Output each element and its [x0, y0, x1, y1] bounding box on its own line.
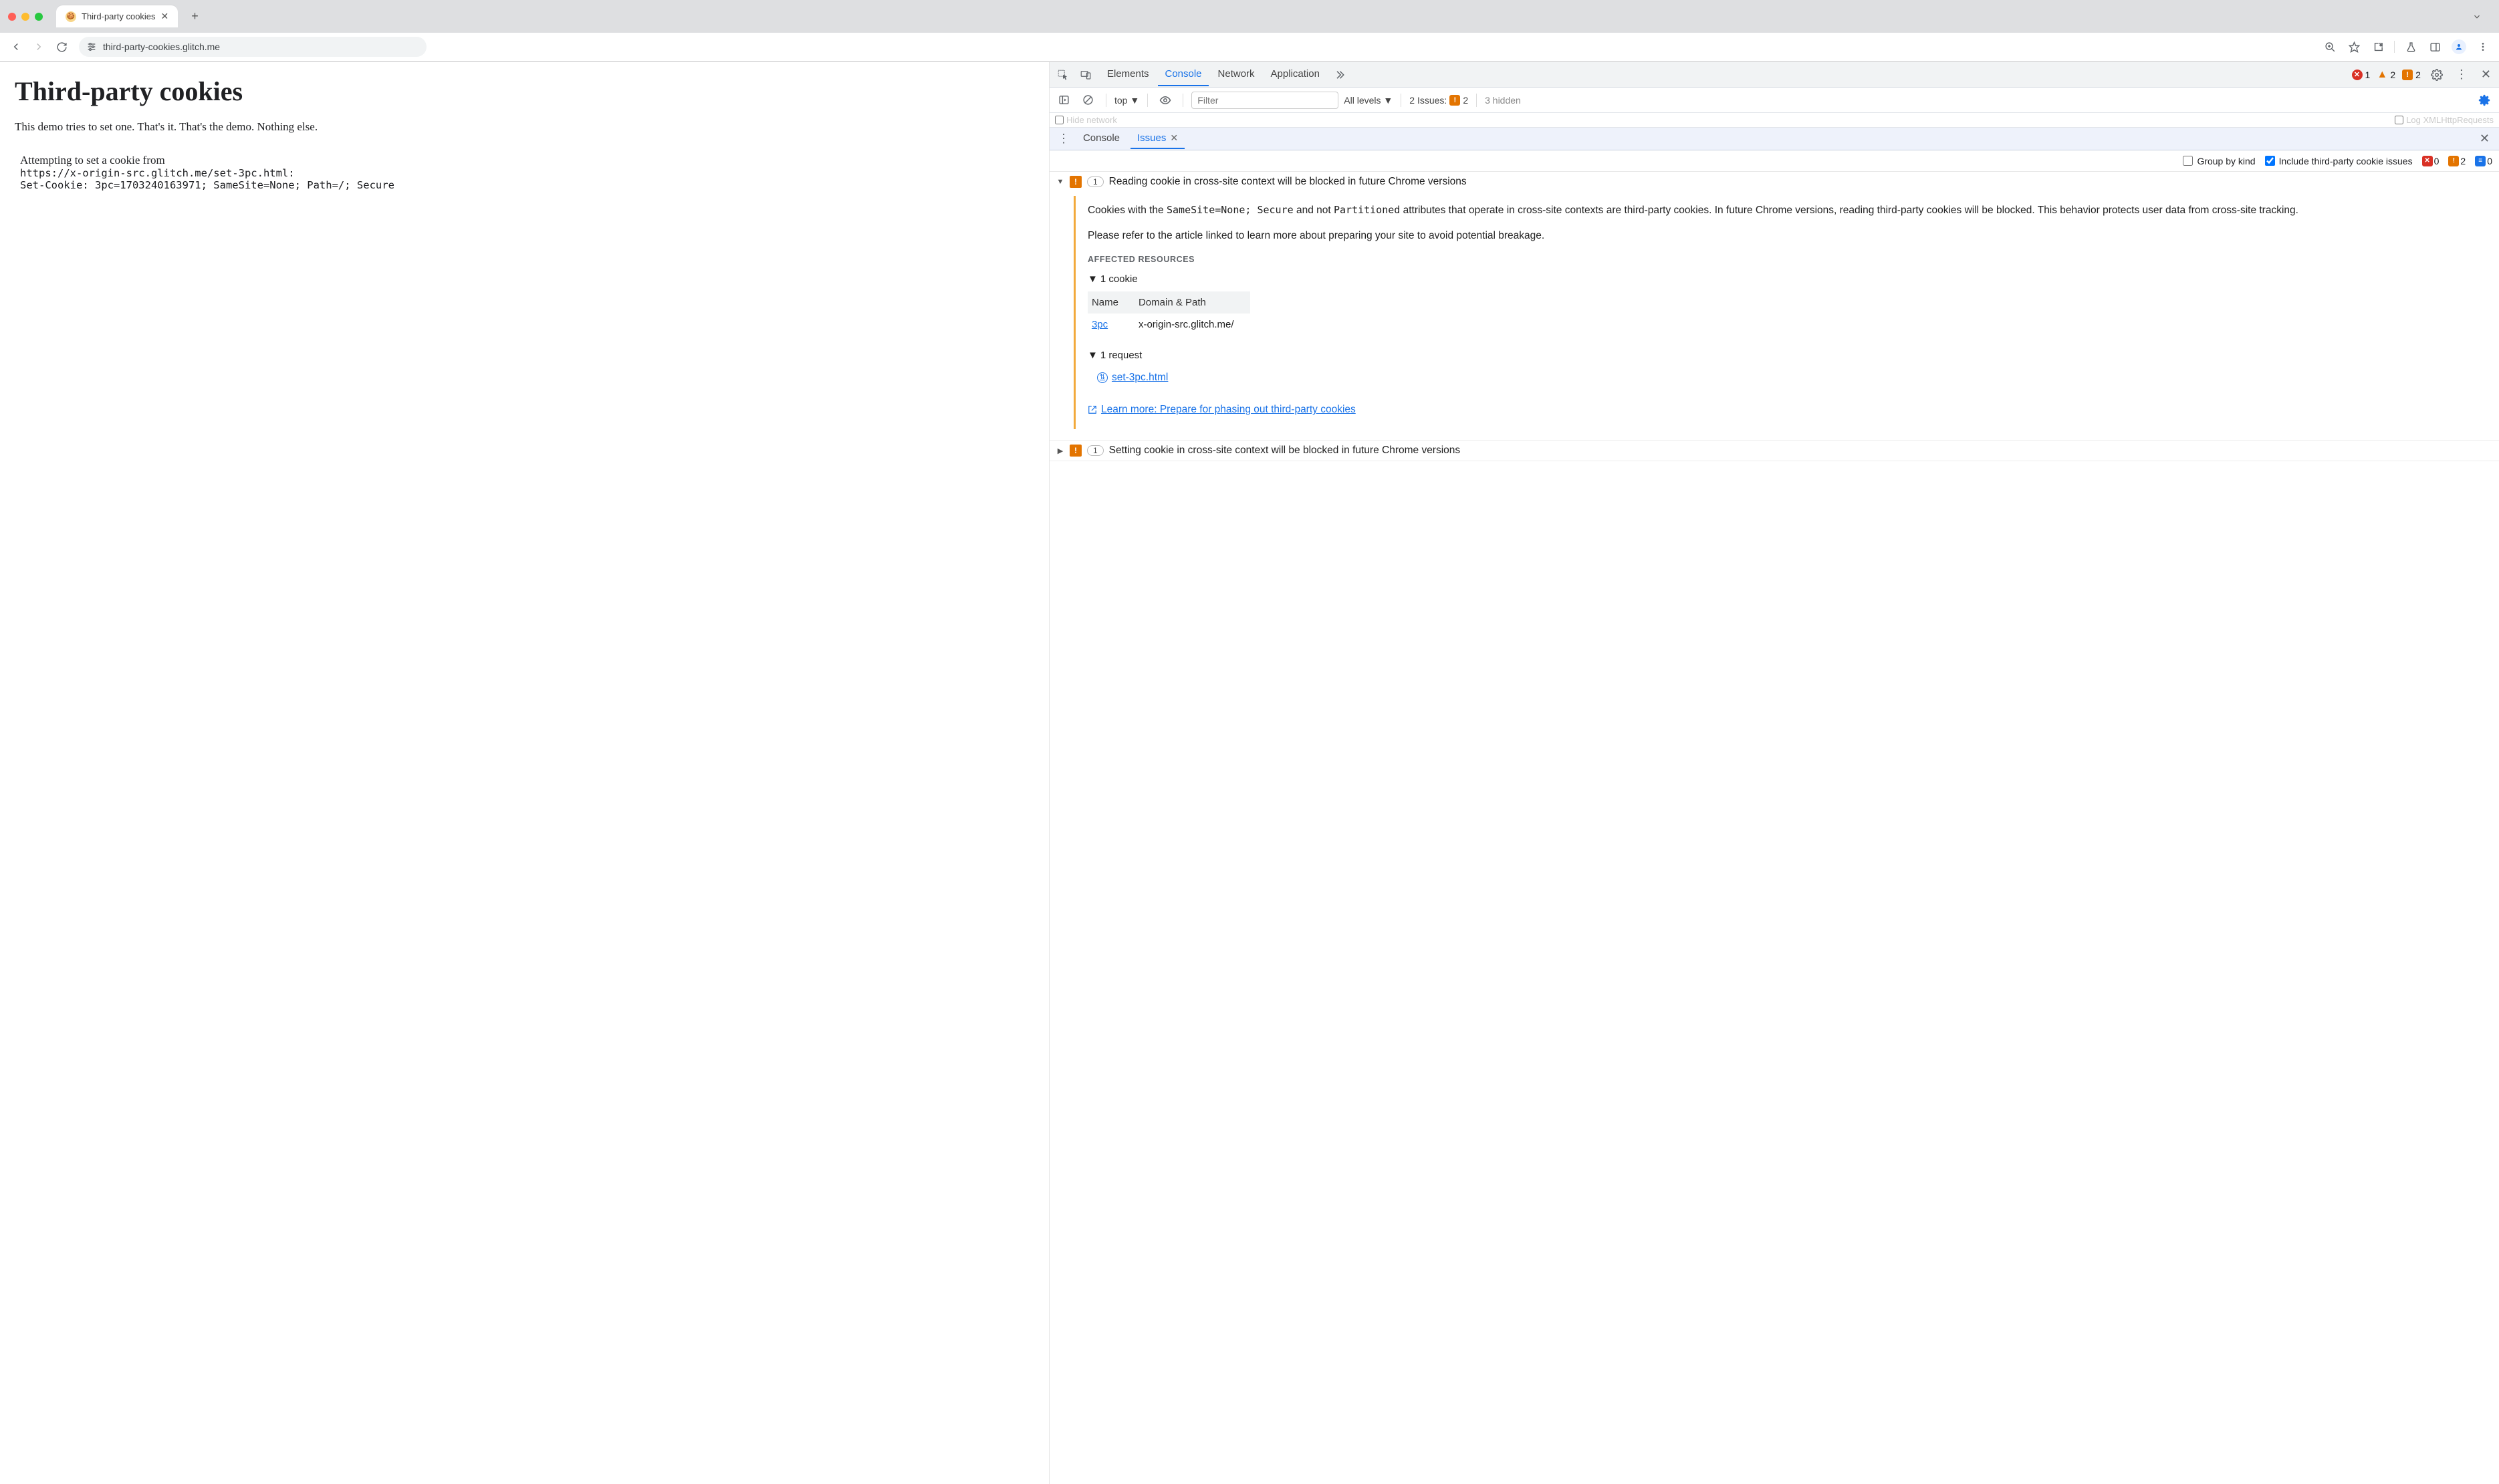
log-xhr-checkbox[interactable]	[2395, 116, 2403, 124]
side-panel-button[interactable]	[2425, 37, 2444, 56]
url-text: third-party-cookies.glitch.me	[103, 41, 220, 52]
cookie-name-link[interactable]: 3pc	[1092, 319, 1108, 330]
close-window-button[interactable]	[8, 13, 16, 21]
chrome-menu-button[interactable]	[2474, 37, 2492, 56]
cookie-favicon-icon: 🍪	[66, 11, 76, 22]
reload-button[interactable]	[52, 37, 71, 56]
tab-title: Third-party cookies	[82, 11, 156, 21]
window-chrome: 🍪 Third-party cookies ✕ + third-party-co…	[0, 0, 2499, 62]
bookmark-button[interactable]	[2345, 37, 2363, 56]
affected-cookies-table: Name Domain & Path 3pc x-origin-src.glit…	[1088, 291, 1250, 336]
toggle-sidebar-icon[interactable]	[1055, 91, 1074, 110]
browser-tab[interactable]: 🍪 Third-party cookies ✕	[56, 5, 178, 27]
site-settings-icon[interactable]	[86, 41, 98, 53]
address-bar[interactable]: third-party-cookies.glitch.me	[79, 37, 427, 57]
console-toolbar: top ▼ All levels ▼ 2 Issues: ! 2 3 hidde…	[1050, 88, 2499, 113]
warning-count[interactable]: ▲2	[2377, 70, 2395, 80]
request-icon: ⇅	[1097, 372, 1108, 383]
disclosure-triangle-icon: ▶	[1056, 447, 1064, 455]
affected-resources-heading: AFFECTED RESOURCES	[1088, 253, 2488, 266]
breaking-count[interactable]: !2	[2402, 70, 2421, 80]
issues-orange-count: !2	[2448, 156, 2466, 166]
zoom-icon[interactable]	[2320, 37, 2339, 56]
hidden-messages[interactable]: 3 hidden	[1485, 95, 1521, 106]
back-button[interactable]	[7, 37, 25, 56]
issues-blue-count: ≡0	[2475, 156, 2492, 166]
tab-console[interactable]: Console	[1158, 63, 1208, 86]
breaking-change-icon: !	[1070, 445, 1082, 457]
issue-header[interactable]: ▼ ! 1 Reading cookie in cross-site conte…	[1050, 172, 2499, 192]
attempt-header: Set-Cookie: 3pc=1703240163971; SameSite=…	[20, 179, 1034, 191]
labs-button[interactable]	[2401, 37, 2420, 56]
issue-item: ▶ ! 1 Setting cookie in cross-site conte…	[1050, 441, 2499, 461]
error-count[interactable]: ✕1	[2352, 70, 2371, 80]
tab-application[interactable]: Application	[1264, 63, 1326, 86]
disclosure-triangle-icon: ▼	[1056, 178, 1064, 186]
close-issues-tab-icon[interactable]: ✕	[1170, 132, 1178, 144]
affected-requests-toggle[interactable]: ▼ 1 request	[1088, 348, 2488, 363]
issue-count-badge: 1	[1087, 445, 1104, 456]
issue-details: Cookies with the SameSite=None; Secure a…	[1074, 196, 2499, 429]
drawer-close-button[interactable]: ✕	[2476, 132, 2494, 145]
chevron-down-icon: ▼	[1130, 95, 1139, 106]
tab-close-button[interactable]: ✕	[161, 11, 169, 22]
issue-title: Reading cookie in cross-site context wil…	[1109, 176, 1467, 188]
issue-item: ▼ ! 1 Reading cookie in cross-site conte…	[1050, 172, 2499, 441]
tab-overflow-button[interactable]	[2470, 9, 2484, 24]
page-content: Third-party cookies This demo tries to s…	[0, 62, 1050, 1484]
log-levels-selector[interactable]: All levels ▼	[1344, 95, 1393, 106]
maximize-window-button[interactable]	[35, 13, 43, 21]
console-filter-input[interactable]	[1191, 92, 1338, 109]
issues-toolbar: Group by kind Include third-party cookie…	[1050, 150, 2499, 172]
issues-list: ▼ ! 1 Reading cookie in cross-site conte…	[1050, 172, 2499, 1484]
minimize-window-button[interactable]	[21, 13, 29, 21]
external-link-icon	[1088, 405, 1097, 414]
affected-request-link[interactable]: ⇅ set-3pc.html	[1097, 370, 1168, 386]
page-intro: This demo tries to set one. That's it. T…	[15, 120, 1034, 134]
tab-network[interactable]: Network	[1211, 63, 1262, 86]
devtools-menu-icon[interactable]: ⋮	[2453, 68, 2470, 82]
hide-network-checkbox[interactable]	[1055, 116, 1064, 124]
forward-button[interactable]	[29, 37, 48, 56]
devtools-panel: Elements Console Network Application ✕1 …	[1050, 62, 2499, 1484]
drawer-menu-icon[interactable]: ⋮	[1055, 132, 1072, 146]
context-selector[interactable]: top ▼	[1114, 95, 1139, 106]
table-row: 3pc x-origin-src.glitch.me/	[1088, 314, 1250, 336]
drawer-tab-console[interactable]: Console	[1076, 128, 1126, 149]
include-3pc-checkbox[interactable]: Include third-party cookie issues	[2265, 156, 2413, 166]
cookie-domain: x-origin-src.glitch.me/	[1135, 314, 1250, 336]
devtools-close-button[interactable]: ✕	[2477, 68, 2495, 82]
profile-button[interactable]	[2450, 37, 2468, 56]
learn-more-link[interactable]: Learn more: Prepare for phasing out thir…	[1088, 402, 1356, 418]
issue-header[interactable]: ▶ ! 1 Setting cookie in cross-site conte…	[1050, 441, 2499, 461]
console-settings-row: Hide network Log XMLHttpRequests	[1050, 113, 2499, 128]
breaking-change-icon: !	[1070, 176, 1082, 188]
tabs-overflow-icon[interactable]	[1329, 69, 1349, 81]
devtools-settings-icon[interactable]	[2427, 66, 2446, 84]
devtools-tabs: Elements Console Network Application ✕1 …	[1050, 62, 2499, 88]
new-tab-button[interactable]: +	[185, 9, 205, 23]
issues-red-count: ✕0	[2422, 156, 2440, 166]
drawer-tab-issues[interactable]: Issues ✕	[1130, 128, 1185, 149]
console-settings-icon[interactable]	[2475, 91, 2494, 110]
affected-cookies-toggle[interactable]: ▼ 1 cookie	[1088, 271, 2488, 287]
extensions-button[interactable]	[2369, 37, 2387, 56]
live-expression-icon[interactable]	[1156, 91, 1175, 110]
nav-bar: third-party-cookies.glitch.me	[0, 33, 2499, 61]
device-toolbar-icon[interactable]	[1076, 66, 1095, 84]
attempt-url: https://x-origin-src.glitch.me/set-3pc.h…	[20, 167, 288, 179]
traffic-lights	[8, 13, 43, 21]
clear-console-icon[interactable]	[1079, 91, 1098, 110]
attempt-text: Attempting to set a cookie from	[20, 154, 1034, 167]
page-heading: Third-party cookies	[15, 76, 1034, 107]
group-by-kind-checkbox[interactable]: Group by kind	[2183, 156, 2255, 166]
issues-summary[interactable]: 2 Issues: ! 2	[1409, 95, 1468, 106]
tab-elements[interactable]: Elements	[1100, 63, 1156, 86]
drawer-header: ⋮ Console Issues ✕ ✕	[1050, 128, 2499, 150]
inspect-element-icon[interactable]	[1054, 66, 1072, 84]
issue-count-badge: 1	[1087, 176, 1104, 187]
issue-title: Setting cookie in cross-site context wil…	[1109, 445, 1461, 457]
